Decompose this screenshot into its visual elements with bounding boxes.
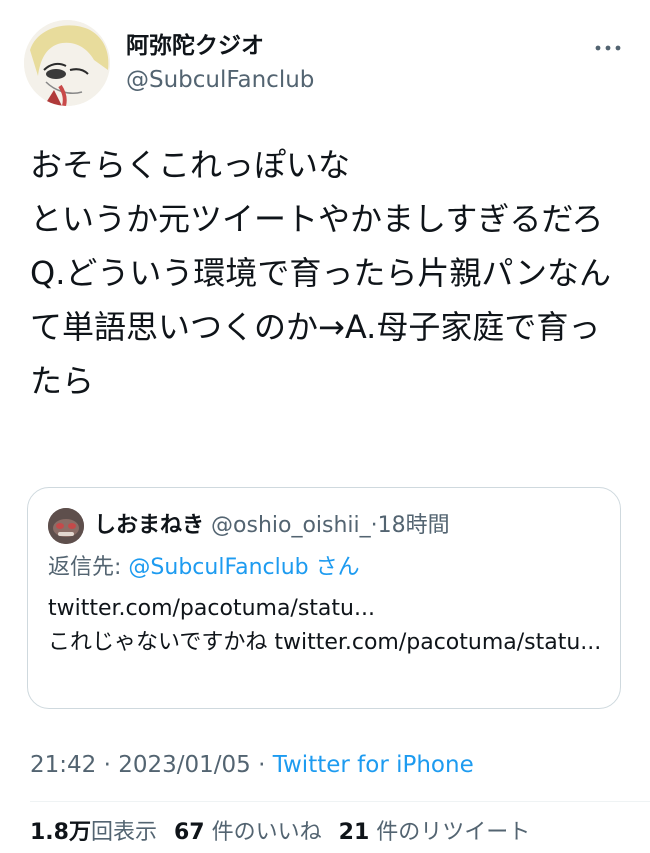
more-horizontal-icon[interactable]: [592, 38, 624, 58]
author-handle[interactable]: @SubculFanclub: [126, 64, 314, 96]
tweet-text: おそらくこれっぽいな というか元ツイートやかましすぎるだろ Q.どういう環境で育…: [30, 146, 611, 400]
tweet-stats: 1.8万回表示 67 件のいいね 21 件のリツイート: [30, 817, 540, 849]
divider: [30, 801, 650, 802]
reply-suffix: さん: [315, 555, 360, 580]
reply-prefix: 返信先:: [48, 555, 122, 580]
retweets-count[interactable]: 21 件のリツイート: [339, 820, 531, 845]
quote-author-handle: @oshio_oishii_: [211, 513, 371, 538]
quote-author-name: しおまねき: [94, 513, 205, 538]
views-count[interactable]: 1.8万回表示: [30, 820, 157, 845]
quote-separator: ·: [370, 513, 378, 538]
retweets-number: 21: [338, 820, 370, 845]
views-label: 回表示: [90, 820, 157, 845]
views-number: 1.8万: [30, 820, 91, 845]
tweet-time[interactable]: 21:42: [30, 752, 96, 778]
tweet-date[interactable]: 2023/01/05: [118, 752, 251, 778]
source-link[interactable]: Twitter for iPhone: [273, 752, 474, 778]
likes-number: 67: [174, 820, 205, 845]
tweet-timestamp: 21:42 · 2023/01/05 · Twitter for iPhone: [30, 748, 474, 782]
quote-avatar[interactable]: [48, 508, 84, 544]
likes-label: 件のいいね: [211, 820, 322, 845]
quoted-tweet-card[interactable]: しおまねき @oshio_oishii_·18時間 返信先: @SubculFa…: [27, 487, 621, 709]
author-display-name[interactable]: 阿弥陀クジオ: [126, 30, 264, 62]
avatar[interactable]: [24, 20, 110, 106]
quote-header: しおまねき @oshio_oishii_·18時間: [94, 510, 450, 542]
quote-body: twitter.com/pacotuma/statu... これじゃないですかね…: [48, 596, 602, 655]
retweets-label: 件のリツイート: [376, 820, 531, 845]
quote-time-ago: 18時間: [377, 513, 450, 538]
likes-count[interactable]: 67 件のいいね: [174, 820, 322, 845]
meta-separator-2: ·: [258, 752, 266, 778]
reply-to-line: 返信先: @SubculFanclub さん: [48, 552, 360, 584]
reply-mention-link[interactable]: @SubculFanclub: [128, 555, 308, 580]
meta-separator: ·: [103, 752, 111, 778]
